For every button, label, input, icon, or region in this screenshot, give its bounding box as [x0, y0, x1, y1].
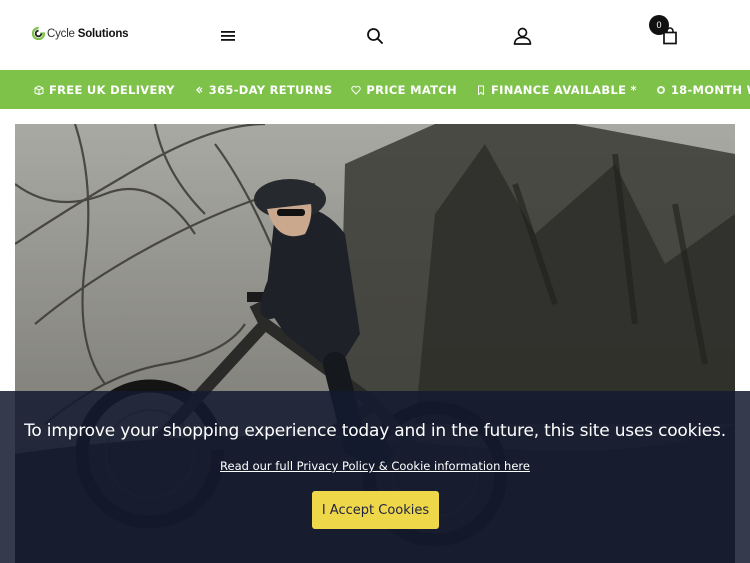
bookmark-icon [477, 85, 484, 95]
account-icon[interactable] [512, 26, 532, 46]
privacy-policy-link[interactable]: Read our full Privacy Policy & Cookie in… [0, 459, 750, 473]
promo-item-finance[interactable]: FINANCE AVAILABLE * [476, 83, 637, 97]
badge-icon [656, 85, 665, 94]
promo-bar: FREE UK DELIVERY 365-DAY RETURNS PRICE M… [0, 70, 750, 109]
promo-item-delivery[interactable]: FREE UK DELIVERY [34, 83, 175, 97]
promo-item-returns[interactable]: 365-DAY RETURNS [194, 83, 333, 97]
accept-cookies-button[interactable]: I Accept Cookies [312, 491, 439, 529]
site-header: Cycle Solutions 0 [0, 0, 750, 70]
search-icon[interactable] [365, 26, 385, 46]
logo-text: Cycle Solutions [47, 27, 129, 40]
menu-icon[interactable] [218, 26, 238, 46]
page: Cycle Solutions 0 FREE UK DELIVERY 365-D… [0, 0, 750, 563]
promo-label: FINANCE AVAILABLE * [490, 82, 637, 97]
cart-count-badge[interactable]: 0 [649, 15, 669, 35]
logo-mark-icon [32, 27, 45, 40]
logo-text-light: Cycle [47, 27, 75, 40]
site-logo[interactable]: Cycle Solutions [32, 27, 129, 40]
returns-icon [195, 86, 203, 93]
promo-label: FREE UK DELIVERY [49, 82, 175, 97]
cookie-message: To improve your shopping experience toda… [24, 421, 726, 441]
promo-label: PRICE MATCH [366, 82, 457, 97]
heart-icon [351, 85, 362, 95]
promo-item-warranty[interactable]: 18-MONTH WARRANTY [656, 83, 750, 97]
promo-label: 365-DAY RETURNS [208, 82, 333, 97]
cookie-banner: To improve your shopping experience toda… [0, 391, 750, 563]
promo-label: 18-MONTH WARRANTY [670, 82, 750, 97]
box-icon [34, 84, 44, 95]
promo-item-price-match[interactable]: PRICE MATCH [351, 83, 457, 97]
logo-text-bold: Solutions [74, 27, 129, 40]
